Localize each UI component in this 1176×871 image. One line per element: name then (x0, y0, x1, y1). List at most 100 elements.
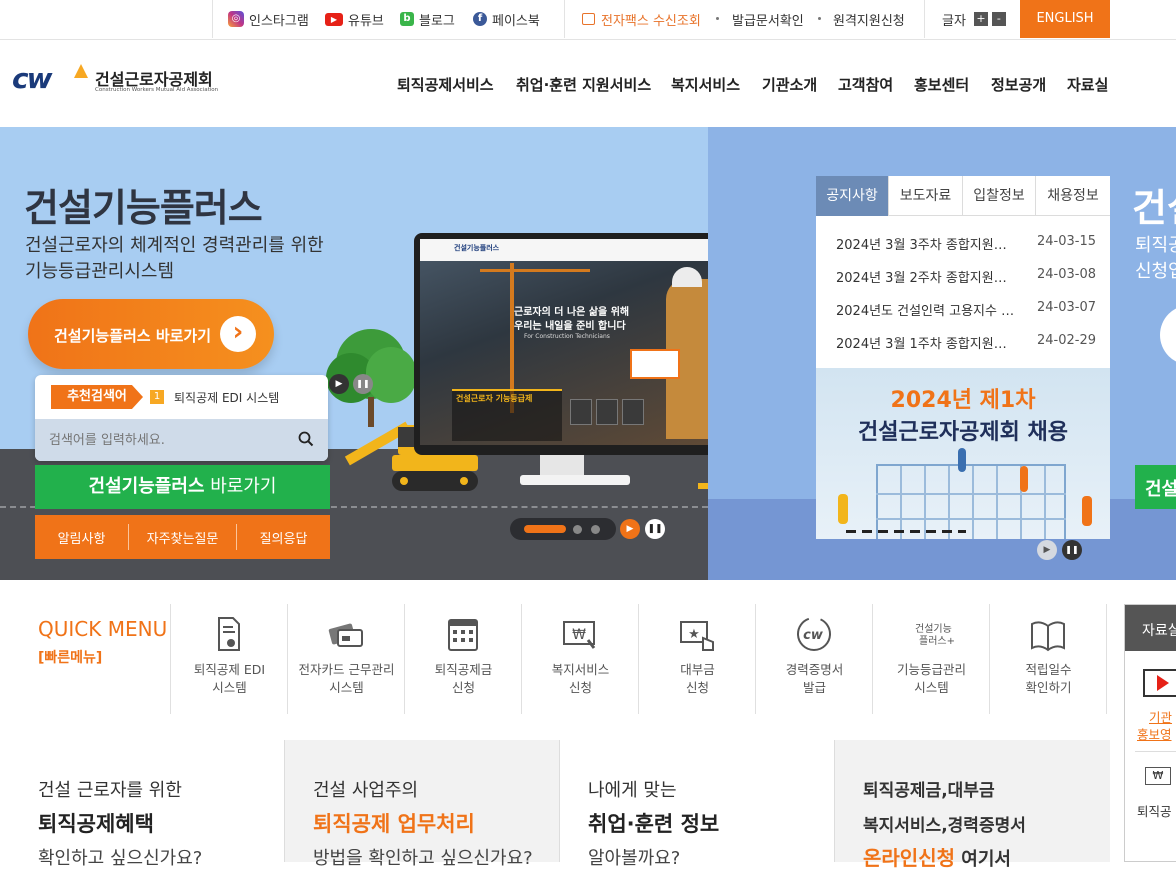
card-line-2: 취업·훈련 정보 (588, 812, 720, 836)
qna-link[interactable]: 질의응답 (237, 528, 330, 547)
recommend-tag: 추천검색어 (51, 385, 143, 409)
svg-text:cw: cw (803, 628, 824, 643)
fax-icon (582, 13, 595, 25)
card-line-2: 퇴직공제 업무처리 (313, 812, 475, 836)
card-worker-benefits[interactable]: 건설 근로자를 위한 퇴직공제혜택 확인하고 싶으신가요? (10, 740, 285, 869)
won-box-icon: ₩ (1145, 767, 1171, 785)
inner-pause-button[interactable]: ❚❚ (353, 374, 373, 394)
nav-disclosure[interactable]: 정보공개 (991, 74, 1046, 95)
facebook-label: 페이스북 (492, 13, 540, 29)
nav-about[interactable]: 기관소개 (762, 74, 817, 95)
banner-rest-label: 바로가기 (204, 476, 277, 497)
english-site-button[interactable]: ENGLISH (1020, 0, 1110, 38)
facebook-link[interactable]: f 페이스북 (473, 0, 540, 38)
card-online-apply[interactable]: 퇴직공제금,대부금 복지서비스,경력증명서 온라인신청 여기서 (835, 740, 1110, 870)
slider-play-button[interactable]: ▶ (620, 519, 640, 539)
monitor-base (520, 475, 630, 485)
faq-link[interactable]: 자주찾는질문 (129, 528, 236, 547)
road-sign-marker (698, 483, 708, 489)
banner-play-button[interactable]: ▶ (1037, 540, 1057, 560)
slider-pause-button[interactable]: ❚❚ (645, 519, 665, 539)
quick-skill-grade-system[interactable]: 건설기능 플러스+ 기능등급관리 시스템 (873, 604, 990, 714)
tab-bid[interactable]: 입찰정보 (963, 176, 1036, 216)
remote-support-link[interactable]: 원격지원신청 (833, 0, 905, 38)
search-field (35, 419, 328, 461)
site-logo[interactable]: CW 건설근로자공제회 Construction Workers Mutual … (12, 62, 222, 96)
notice-date: 24-03-15 (1036, 234, 1096, 249)
play-triangle (1157, 675, 1169, 691)
youtube-icon: ▶ (325, 12, 343, 26)
efax-label: 전자팩스 수신조회 (601, 13, 701, 29)
quick-retirement-claim[interactable]: 퇴직공제금 신청 (405, 604, 522, 714)
side-item-label: 홍보영 (1137, 727, 1172, 742)
worker-figure (1082, 496, 1092, 526)
logo-subtitle: Construction Workers Mutual Aid Associat… (95, 87, 219, 93)
font-decrease-button[interactable]: - (991, 12, 1006, 26)
notice-item[interactable]: 2024년 3월 2주차 종합지원센터 운영 24-03-08 (836, 267, 1096, 286)
hero-cta-button[interactable]: 건설기능플러스 바로가기 › (28, 299, 274, 369)
nav-retirement-service[interactable]: 퇴직공제서비스 (397, 74, 494, 95)
doc-check-link[interactable]: 발급문서확인 (732, 0, 804, 38)
side-retirement-item[interactable]: ₩ 퇴직공 (1125, 761, 1176, 831)
skill-plus-banner-button[interactable]: 건설기능플러스 바로가기 (35, 465, 330, 509)
notice-date: 24-03-08 (1036, 267, 1096, 282)
notice-date: 24-03-07 (1036, 300, 1096, 315)
inner-play-button[interactable]: ▶ (329, 374, 349, 394)
card-employer-process[interactable]: 건설 사업주의 퇴직공제 업무처리 방법을 확인하고 싶으신가요? (285, 740, 560, 869)
quick-edi-system[interactable]: 퇴직공제 EDI 시스템 (171, 604, 288, 714)
nav-employment-training[interactable]: 취업·훈련 지원서비스 (516, 74, 651, 95)
tab-recruit[interactable]: 채용정보 (1036, 176, 1110, 216)
peek-button[interactable]: 건설 (1135, 465, 1176, 509)
tab-press[interactable]: 보도자료 (889, 176, 963, 216)
notice-item[interactable]: 2024년 3월 1주차 종합지원센터 운영 24-02-29 (836, 333, 1096, 352)
quick-label: 대부금 신청 (680, 662, 715, 695)
instagram-icon: ◎ (228, 11, 244, 27)
worker-figure (838, 494, 848, 524)
quick-welfare-apply[interactable]: ₩ 복지서비스 신청 (522, 604, 639, 714)
blog-link[interactable]: b 블로그 (400, 0, 455, 38)
logo-accent-icon (74, 64, 88, 78)
quick-ecard-system[interactable]: 전자카드 근무관리 시스템 (288, 604, 405, 714)
notice-item[interactable]: 2024년도 건설인력 고용지수 조사 24-03-07 (836, 300, 1096, 319)
recruit-banner[interactable]: 2024년 제1차 건설근로자공제회 채용 (816, 368, 1110, 539)
peek-button-label: 건설 (1145, 479, 1176, 500)
nav-library[interactable]: 자료실 (1067, 74, 1108, 95)
notice-item[interactable]: 2024년 3월 3주차 종합지원센터 운영 24-03-15 (836, 234, 1096, 253)
slider-dot[interactable] (573, 525, 582, 534)
svg-text:★: ★ (688, 627, 700, 642)
quick-career-certificate[interactable]: cw 경력증명서 발급 (756, 604, 873, 714)
banner-pause-button[interactable]: ❚❚ (1062, 540, 1082, 560)
card-line-3: 알아볼까요? (588, 848, 681, 869)
notice-link[interactable]: 알림사항 (35, 528, 128, 547)
slider-dot[interactable] (591, 525, 600, 534)
search-box: 추천검색어 1 퇴직공제 EDI 시스템 (35, 375, 328, 461)
nav-welfare[interactable]: 복지서비스 (671, 74, 740, 95)
doc-check-label: 발급문서확인 (732, 13, 804, 29)
won-monitor-icon: ₩ (563, 621, 596, 649)
side-panel-title: 자료실 (1142, 623, 1176, 639)
quick-accumulated-days[interactable]: 적립일수 확인하기 (990, 604, 1107, 714)
tab-notice[interactable]: 공지사항 (816, 176, 889, 216)
slider-dot-active[interactable] (524, 525, 566, 533)
card-employment-info[interactable]: 나에게 맞는 취업·훈련 정보 알아볼까요? (560, 740, 835, 869)
card-line-1: 나에게 맞는 (588, 780, 677, 801)
card-line-1: 건설 근로자를 위한 (38, 780, 182, 801)
quick-loan-apply[interactable]: ★ 대부금 신청 (639, 604, 756, 714)
svg-text:건설기능: 건설기능 (915, 623, 952, 635)
card-icon (328, 623, 363, 647)
ground-dashes (846, 530, 966, 533)
instagram-link[interactable]: ◎ 인스타그램 (228, 0, 309, 38)
card-highlight: 온라인신청 (863, 846, 955, 870)
star-hand-icon: ★ (680, 621, 714, 651)
nav-pr-center[interactable]: 홍보센터 (914, 74, 969, 95)
efax-link[interactable]: 전자팩스 수신조회 (582, 0, 701, 38)
youtube-link[interactable]: ▶ 유튜브 (325, 0, 384, 38)
card-line-3-rest: 여기서 (955, 849, 1011, 870)
font-increase-button[interactable]: + (973, 12, 988, 26)
side-promo-video[interactable]: 기관 홍보영 (1125, 661, 1176, 742)
recommend-keyword[interactable]: 퇴직공제 EDI 시스템 (174, 389, 279, 406)
search-input[interactable] (49, 429, 279, 451)
nav-customer[interactable]: 고객참여 (838, 74, 893, 95)
search-icon[interactable] (298, 431, 314, 447)
edi-document-icon (218, 617, 240, 651)
